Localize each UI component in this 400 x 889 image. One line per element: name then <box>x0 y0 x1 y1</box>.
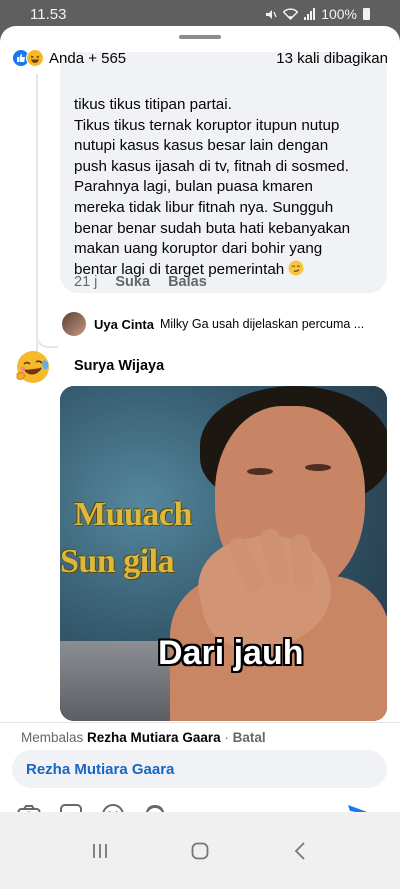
reaction-count: Anda + 565 <box>49 49 127 67</box>
replying-target: Rezha Mutiara Gaara <box>87 730 221 745</box>
reply-snippet: Milky Ga usah dijelaskan percuma ... <box>159 317 365 331</box>
home-icon[interactable] <box>185 836 215 866</box>
recent-apps-icon[interactable] <box>85 836 115 866</box>
replying-to-bar: Membalas Rezha Mutiara Gaara · Batal <box>21 730 266 745</box>
battery-percent: 100% <box>321 6 357 22</box>
commenter-name[interactable]: Surya Wijaya <box>74 358 164 374</box>
comment-line: makan uang koruptor dari bohir yang <box>74 240 323 258</box>
comment-bubble[interactable]: tikus tikus titipan partai. Tikus tikus … <box>60 52 387 293</box>
share-count[interactable]: 13 kali dibagikan <box>276 50 388 67</box>
haha-icon <box>26 49 44 67</box>
reaction-summary[interactable]: Anda + 565 <box>12 49 126 67</box>
avatar-emoji-icon[interactable] <box>14 348 52 386</box>
replying-separator: · <box>220 730 233 745</box>
like-button[interactable]: Suka <box>115 274 150 290</box>
meme-caption-2: Sun gila <box>60 543 175 580</box>
reply-button[interactable]: Balas <box>168 274 207 290</box>
thread-line <box>36 74 38 352</box>
comment-line: Parahnya lagi, bulan puasa kmaren <box>74 178 313 196</box>
meme-image[interactable]: Muuach Sun gila Dari jauh <box>60 386 387 721</box>
comment-line: Tikus tikus ternak koruptor itupun nutup <box>74 116 340 134</box>
reaction-header: Anda + 565 13 kali dibagikan <box>12 46 388 70</box>
comment-line: mereka tidak libur fitnah nya. Sungguh <box>74 198 334 216</box>
meme-eye <box>247 468 273 475</box>
status-time: 11.53 <box>30 6 67 23</box>
smirk-emoji-icon <box>288 260 304 276</box>
comment-line: nutupi kasus kasus besar lain dengan <box>74 137 329 155</box>
reply-author: Uya Cinta <box>94 316 154 332</box>
comment-time: 21 j <box>74 274 98 290</box>
comment-input[interactable]: Rezha Mutiara Gaara <box>12 750 387 788</box>
mention-tag: Rezha Mutiara Gaara <box>26 760 175 778</box>
system-navigation-bar <box>0 812 400 889</box>
comments-sheet: tikus tikus titipan partai. Tikus tikus … <box>0 26 400 889</box>
replying-prefix: Membalas <box>21 730 84 745</box>
back-icon[interactable] <box>285 836 315 866</box>
mute-icon <box>266 9 277 19</box>
reply-preview[interactable]: Uya Cinta Milky Ga usah dijelaskan percu… <box>62 312 382 336</box>
comment-line: tikus tikus titipan partai. <box>74 96 232 113</box>
sheet-drag-handle[interactable] <box>179 35 221 39</box>
comment-line: push kasus ijasah di tv, fitnah di sosme… <box>74 157 349 175</box>
meme-caption-1: Muuach <box>74 496 192 533</box>
wifi-icon <box>283 8 299 20</box>
thread-connector <box>36 326 58 348</box>
status-icons: 100% <box>264 6 370 22</box>
meme-caption-3: Dari jauh <box>158 634 304 672</box>
cancel-reply-button[interactable]: Batal <box>233 730 266 745</box>
avatar <box>62 312 86 336</box>
signal-icon <box>304 8 316 20</box>
meme-eye <box>305 464 331 471</box>
comment-line: benar benar sudah buta hati kebanyakan <box>74 219 351 237</box>
comment-actions: 21 j Suka Balas <box>74 274 207 290</box>
battery-icon <box>363 8 370 20</box>
